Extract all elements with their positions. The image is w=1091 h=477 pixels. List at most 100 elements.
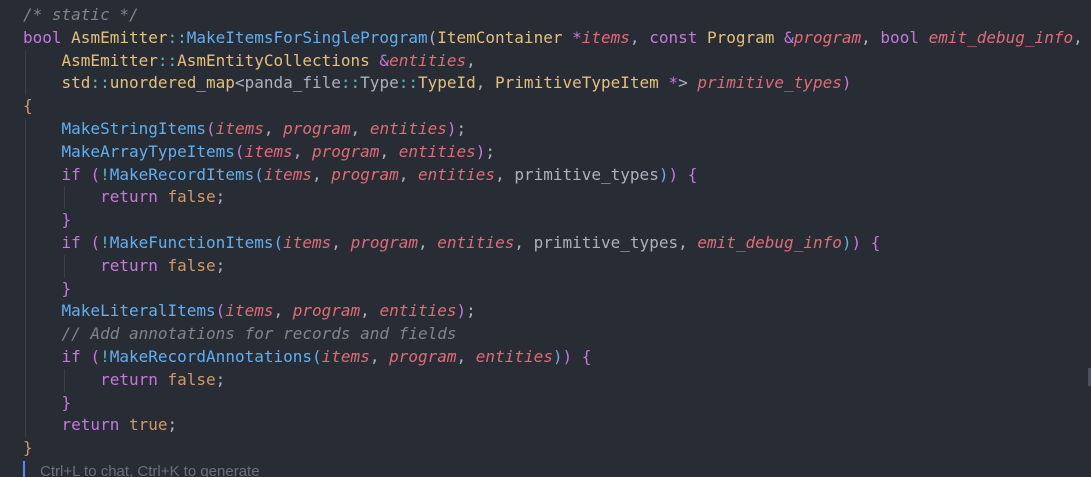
code-line[interactable]: // Add annotations for records and field…: [23, 323, 1083, 346]
code-token-brace3: (: [312, 346, 322, 366]
code-line[interactable]: return false;: [23, 254, 1083, 278]
code-token-type: unordered_map: [109, 73, 235, 93]
code-token-plain: ;: [485, 141, 496, 161]
code-token-keyword: &: [784, 27, 794, 47]
code-token-brace2: }: [61, 392, 72, 412]
code-token-brace2: (: [206, 118, 216, 138]
indentation: [23, 415, 62, 434]
code-token-keyword: return: [100, 369, 158, 389]
indent-guide: [25, 368, 26, 392]
indent-guide: [25, 209, 26, 232]
code-line[interactable]: if (!MakeRecordAnnotations(items, progra…: [23, 345, 1083, 369]
code-line[interactable]: return true;: [23, 414, 1083, 438]
code-line[interactable]: }: [23, 437, 1083, 460]
code-token-brace: {: [23, 96, 33, 116]
inline-prompt-bar[interactable]: Ctrl+L to chat, Ctrl+K to generate: [0, 461, 1091, 477]
indentation: [23, 301, 62, 320]
code-token-type: ItemContainer: [437, 27, 563, 47]
indentation: [23, 256, 100, 275]
code-token-op: ::: [398, 73, 418, 93]
indentation: [23, 165, 62, 184]
code-line[interactable]: }: [23, 277, 1083, 301]
code-line[interactable]: }: [23, 391, 1083, 415]
indent-guide: [25, 323, 26, 346]
indent-guide: [25, 186, 26, 210]
indentation: [23, 324, 62, 343]
code-token-plain: ,: [861, 27, 881, 47]
code-line[interactable]: std::unordered_map<panda_file::Type::Typ…: [23, 72, 1083, 96]
code-token-brace2: {: [687, 164, 698, 184]
code-line[interactable]: }: [23, 209, 1083, 232]
code-line[interactable]: MakeStringItems(items, program, entities…: [23, 117, 1083, 141]
code-editor[interactable]: /* static */bool AsmEmitter::MakeItemsFo…: [0, 0, 1091, 477]
code-token-func: MakeLiteralItems: [61, 301, 216, 321]
code-token-plain: ,: [495, 164, 515, 184]
text-cursor: [23, 461, 25, 477]
code-token-plain: ;: [456, 118, 467, 138]
code-token-brace: }: [23, 438, 33, 458]
code-token-func: MakeItemsForSingleProgram: [186, 27, 428, 47]
code-token-keyword: ): [841, 73, 852, 93]
code-line[interactable]: MakeLiteralItems(items, program, entitie…: [23, 300, 1083, 324]
code-token-plain: primitive_types: [533, 232, 679, 252]
indentation: [23, 210, 62, 229]
code-token-plain: ;: [167, 415, 178, 435]
code-token-type: AsmEmitter: [61, 50, 158, 70]
code-token-param: entities: [369, 118, 447, 138]
code-token-func: MakeArrayTypeItems: [61, 141, 235, 161]
code-token-op: !: [100, 164, 110, 184]
code-token-keyword: if: [61, 232, 81, 252]
indentation: [23, 370, 100, 389]
code-line[interactable]: /* static */: [23, 4, 1083, 27]
code-token-param: entities: [418, 164, 496, 184]
indent-guide: [25, 231, 26, 255]
indent-guide: [25, 72, 26, 96]
code-token-keyword: const: [649, 27, 698, 47]
code-line[interactable]: return false;: [23, 368, 1083, 392]
code-token-param: program: [312, 141, 380, 161]
code-token-param: entities: [389, 50, 467, 70]
code-line[interactable]: return false;: [23, 186, 1083, 210]
code-token-plain: ,: [514, 232, 534, 252]
code-line[interactable]: {: [23, 95, 1083, 118]
code-token-param: entities: [475, 346, 553, 366]
code-token-brace2: ): [456, 301, 467, 321]
code-token-plain: ,: [678, 232, 698, 252]
code-token-plain: Type: [360, 73, 399, 93]
code-token-brace2: (: [215, 301, 226, 321]
code-token-const: false: [167, 255, 216, 275]
indent-guide: [63, 254, 65, 278]
code-token-plain: ,: [350, 118, 370, 138]
indentation: [23, 233, 62, 252]
code-token-brace3: ): [552, 346, 563, 366]
code-line[interactable]: AsmEmitter::AsmEntityCollections &entiti…: [23, 49, 1083, 73]
indentation: [23, 51, 62, 70]
code-token-plain: ,: [456, 346, 476, 366]
code-token-brace2: ): [446, 118, 457, 138]
code-line[interactable]: bool AsmEmitter::MakeItemsForSingleProgr…: [23, 27, 1083, 50]
code-token-op: ::: [157, 50, 178, 70]
code-token-param: primitive_types: [697, 73, 842, 93]
code-token-param: items: [244, 141, 293, 161]
code-line[interactable]: if (!MakeRecordItems(items, program, ent…: [23, 163, 1083, 187]
code-token-brace2: }: [61, 210, 72, 230]
code-token-plain: ,: [369, 346, 390, 366]
code-line[interactable]: if (!MakeFunctionItems(items, program, e…: [23, 231, 1083, 255]
code-token-brace2: ): [668, 164, 679, 184]
code-token-func: MakeRecordAnnotations: [109, 346, 313, 366]
code-token-brace2: (: [234, 141, 245, 161]
code-line[interactable]: MakeArrayTypeItems(items, program, entit…: [23, 140, 1083, 164]
code-token-brace2: ): [851, 232, 862, 252]
code-area[interactable]: /* static */bool AsmEmitter::MakeItemsFo…: [23, 4, 1083, 460]
indent-guide: [25, 345, 26, 369]
code-token-keyword: bool: [23, 27, 62, 47]
